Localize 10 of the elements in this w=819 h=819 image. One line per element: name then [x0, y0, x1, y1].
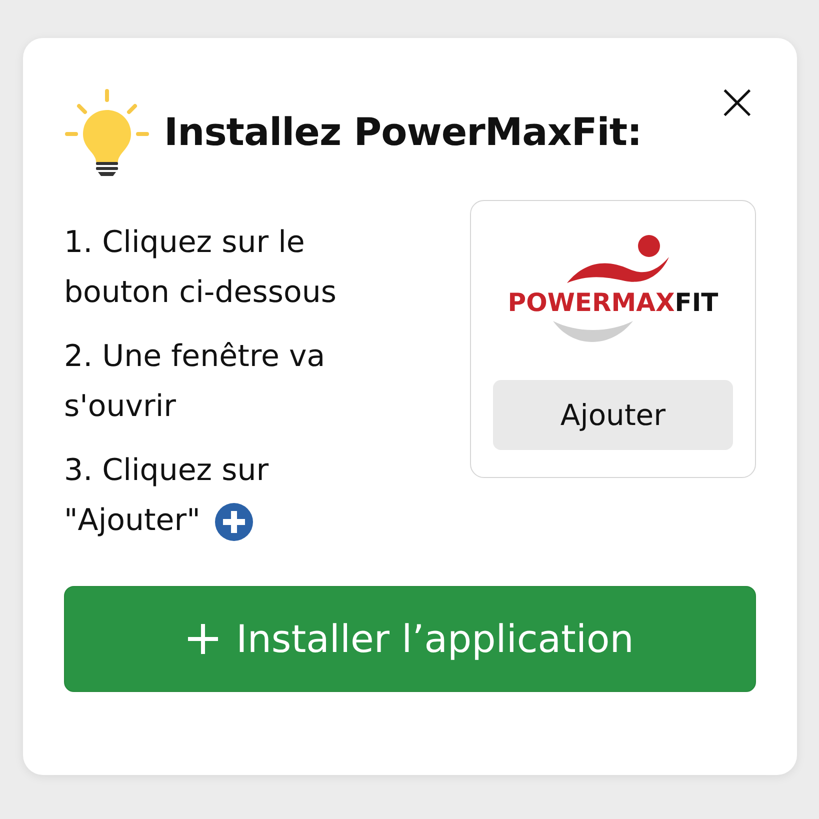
instruction-step: 1. Cliquez sur le bouton ci-dessous — [64, 218, 409, 318]
add-button[interactable]: Ajouter — [493, 380, 733, 450]
install-button[interactable]: Installer l’application — [64, 586, 756, 692]
instruction-step: 3. Cliquez sur "Ajouter" — [64, 446, 409, 546]
instruction-step: 2. Une fenêtre va s'ouvrir — [64, 332, 409, 432]
dialog-title: Installez PowerMaxFit: — [164, 110, 642, 154]
brand-logo-text: POWERMAXFIT — [508, 287, 718, 319]
close-button[interactable]: × — [711, 76, 763, 128]
plus-icon — [186, 622, 220, 656]
lightbulb-icon — [64, 88, 150, 176]
